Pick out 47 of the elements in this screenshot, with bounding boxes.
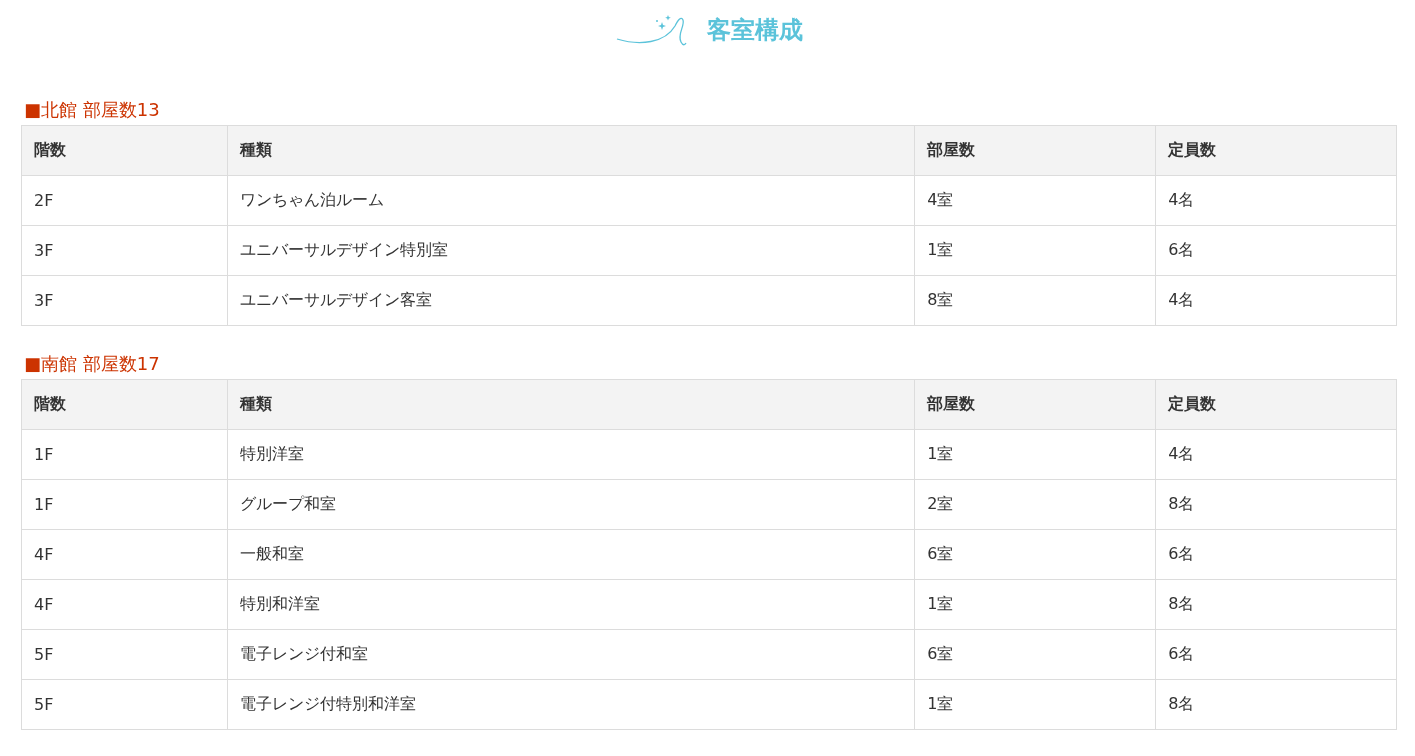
table-cell: 4F — [21, 579, 228, 630]
table-cell: 1室 — [914, 429, 1156, 480]
table-cell: 5F — [21, 629, 228, 680]
table-cell: 8室 — [914, 275, 1156, 326]
table-cell: 2室 — [914, 479, 1156, 530]
column-header: 種類 — [227, 125, 915, 176]
table-cell: 1F — [21, 429, 228, 480]
section-heading: ■北館 部屋数13 — [24, 98, 161, 122]
table-cell: 8名 — [1155, 479, 1397, 530]
section-heading: ■南館 部屋数17 — [24, 352, 161, 376]
page-title: 客室構成 — [707, 15, 803, 46]
table-cell: 特別和洋室 — [227, 579, 915, 630]
table-cell: 電子レンジ付特別和洋室 — [227, 679, 915, 730]
table-cell: 6名 — [1155, 529, 1397, 580]
table-cell: 電子レンジ付和室 — [227, 629, 915, 680]
column-header: 定員数 — [1155, 379, 1397, 430]
table-cell: 6室 — [914, 529, 1156, 580]
table-cell: 1室 — [914, 679, 1156, 730]
table-cell: 3F — [21, 225, 228, 276]
table-cell: 8名 — [1155, 579, 1397, 630]
table-cell: 特別洋室 — [227, 429, 915, 480]
table-cell: 1室 — [914, 579, 1156, 630]
table-cell: 4F — [21, 529, 228, 580]
column-header: 部屋数 — [914, 379, 1156, 430]
table-cell: ユニバーサルデザイン特別室 — [227, 225, 915, 276]
table-cell: 3F — [21, 275, 228, 326]
table-cell: 4名 — [1155, 175, 1397, 226]
column-header: 階数 — [21, 379, 228, 430]
table-cell: ユニバーサルデザイン客室 — [227, 275, 915, 326]
table-cell: 8名 — [1155, 679, 1397, 730]
table-cell: 4名 — [1155, 275, 1397, 326]
table-cell: 6名 — [1155, 225, 1397, 276]
table-cell: 4室 — [914, 175, 1156, 226]
column-header: 種類 — [227, 379, 915, 430]
table-cell: 1室 — [914, 225, 1156, 276]
table-cell: 一般和室 — [227, 529, 915, 580]
table-cell: グループ和室 — [227, 479, 915, 530]
column-header: 部屋数 — [914, 125, 1156, 176]
table-cell: 4名 — [1155, 429, 1397, 480]
table-cell: 6室 — [914, 629, 1156, 680]
table-cell: ワンちゃん泊ルーム — [227, 175, 915, 226]
table-cell: 2F — [21, 175, 228, 226]
table-cell: 5F — [21, 679, 228, 730]
table-cell: 6名 — [1155, 629, 1397, 680]
column-header: 定員数 — [1155, 125, 1397, 176]
column-header: 階数 — [21, 125, 228, 176]
table-cell: 1F — [21, 479, 228, 530]
